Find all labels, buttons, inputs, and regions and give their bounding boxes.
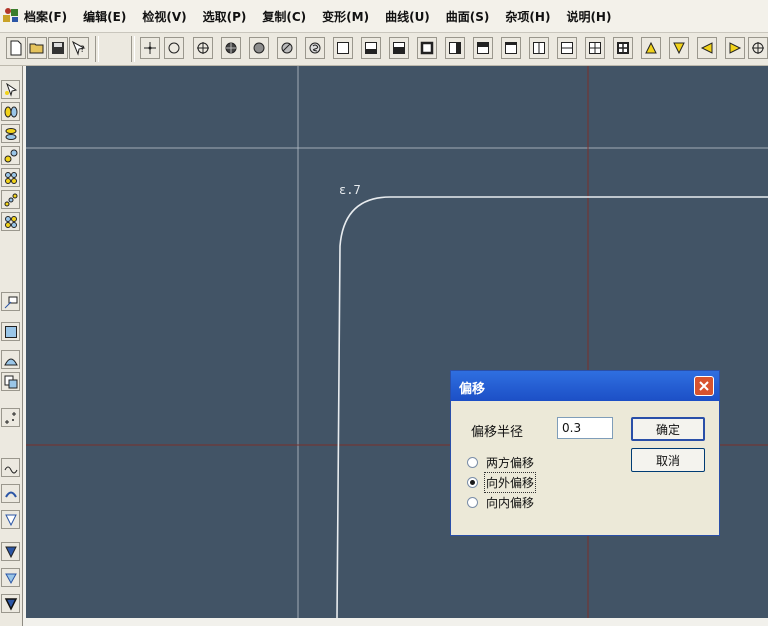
circle-icon[interactable] [164, 37, 184, 59]
radio-circle-icon[interactable] [467, 456, 478, 468]
offset-dialog: 偏移 偏移半径 确定 取消 两方偏移 向外偏移 向内偏移 [450, 370, 720, 536]
crosshair-icon[interactable] [748, 37, 768, 59]
menu-curve[interactable]: 曲线(U) [385, 8, 430, 25]
v-filled-icon[interactable] [1, 542, 20, 561]
help-pointer-icon[interactable]: ? [69, 37, 89, 59]
rect-grid-icon[interactable] [585, 37, 605, 59]
rect-top-icon[interactable] [501, 37, 521, 59]
radio-both-sides[interactable]: 两方偏移 [467, 453, 627, 471]
node-chain-icon[interactable] [1, 190, 20, 209]
menu-file[interactable]: 档案(F) [24, 8, 67, 25]
point-icon[interactable] [140, 37, 160, 59]
v-blue-icon[interactable] [1, 568, 20, 587]
v-outline-icon[interactable] [1, 510, 20, 529]
radio-label-outward: 向外偏移 [483, 471, 537, 493]
close-button[interactable] [694, 376, 714, 396]
crosshair-circle-icon[interactable] [193, 37, 213, 59]
select-pointer-icon[interactable] [1, 80, 20, 99]
rect-left-bold-icon[interactable] [445, 37, 465, 59]
radio-circle-icon[interactable] [467, 496, 478, 508]
menu-transform[interactable]: 变形(M) [322, 8, 369, 25]
radio-inward[interactable]: 向内偏移 [467, 493, 627, 511]
main-toolbar: ? [0, 33, 768, 66]
rect-bottom-bold-icon[interactable] [389, 37, 409, 59]
wave-curve-icon[interactable] [1, 458, 20, 477]
offset-radius-label: 偏移半径 [471, 425, 524, 440]
rect-vsplit-icon[interactable] [529, 37, 549, 59]
menu-copy[interactable]: 复制(C) [262, 8, 306, 25]
radio-outward[interactable]: 向外偏移 [467, 471, 627, 493]
line-tool-icon[interactable] [1, 292, 20, 311]
node-cluster-icon[interactable] [1, 212, 20, 231]
triangle-up-icon[interactable] [641, 37, 661, 59]
s-circle-icon[interactable] [305, 37, 325, 59]
arc-arrow-icon[interactable] [1, 484, 20, 503]
rect-hsplit-icon[interactable] [557, 37, 577, 59]
rect-bold-icon[interactable] [417, 37, 437, 59]
left-toolbar [0, 66, 23, 626]
menu-select[interactable]: 选取(P) [203, 8, 247, 25]
new-file-icon[interactable] [6, 37, 26, 59]
menu-misc[interactable]: 杂项(H) [505, 8, 550, 25]
radio-selected-icon[interactable] [467, 476, 478, 488]
rect-top-bold-icon[interactable] [473, 37, 493, 59]
curve-label: ε.7 [339, 183, 361, 197]
rect-fill-icon[interactable] [1, 322, 20, 341]
menu-surface[interactable]: 曲面(S) [446, 8, 490, 25]
hatched-circle-icon[interactable] [277, 37, 297, 59]
radio-label-inward: 向内偏移 [486, 495, 535, 510]
svg-text:?: ? [80, 45, 85, 55]
rect-bottom-icon[interactable] [361, 37, 381, 59]
stacked-ellipse-icon[interactable] [1, 124, 20, 143]
node-pair-icon[interactable] [1, 146, 20, 165]
menu-help[interactable]: 说明(H) [566, 8, 611, 25]
triangle-down-icon[interactable] [669, 37, 689, 59]
ellipse-pair-icon[interactable] [1, 102, 20, 121]
v-bold-icon[interactable] [1, 594, 20, 613]
radio-label-both-sides: 两方偏移 [486, 455, 535, 470]
dialog-title: 偏移 [459, 382, 486, 397]
filled-circle-icon[interactable] [221, 37, 241, 59]
menu-bar: 档案(F) 编辑(E) 检视(V) 选取(P) 复制(C) 变形(M) 曲线(U… [0, 0, 768, 33]
rect-grid-bold-icon[interactable] [613, 37, 633, 59]
page-copy-icon[interactable] [1, 372, 20, 391]
arc-fill-icon[interactable] [1, 350, 20, 369]
menu-edit[interactable]: 编辑(E) [83, 8, 126, 25]
app-logo-icon [3, 8, 18, 22]
node-grid-icon[interactable] [1, 168, 20, 187]
open-folder-icon[interactable] [27, 37, 47, 59]
gray-disk-icon[interactable] [249, 37, 269, 59]
dialog-title-bar[interactable]: 偏移 [451, 371, 719, 401]
close-icon [699, 381, 709, 391]
ok-button[interactable]: 确定 [631, 417, 705, 441]
sparkle-points-icon[interactable] [1, 408, 20, 427]
cancel-button[interactable]: 取消 [631, 448, 705, 472]
save-disk-icon[interactable] [48, 37, 68, 59]
rectangle-icon[interactable] [333, 37, 353, 59]
triangle-left-icon[interactable] [697, 37, 717, 59]
offset-radius-input[interactable] [557, 417, 613, 439]
triangle-right-icon[interactable] [725, 37, 745, 59]
menu-view[interactable]: 检视(V) [142, 8, 186, 25]
